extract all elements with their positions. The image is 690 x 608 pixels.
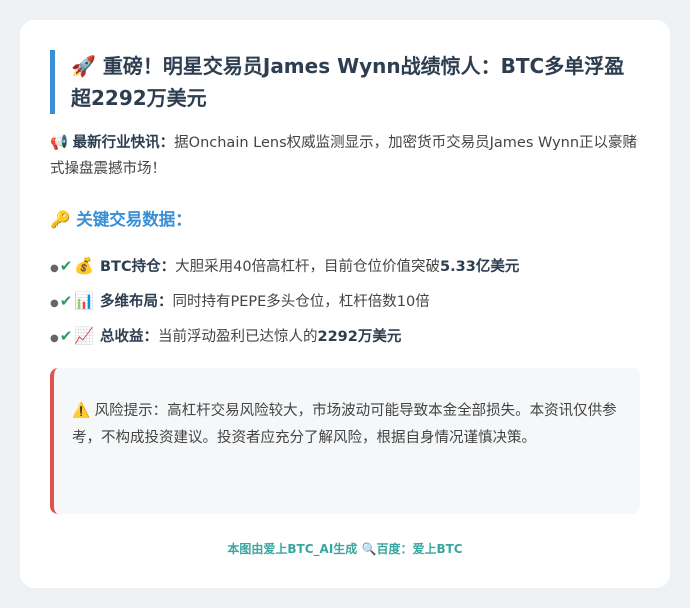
- warning-icon: ⚠️: [72, 403, 91, 419]
- chart-increasing-icon: 📈: [74, 326, 94, 345]
- title-text: 重磅！明星交易员James Wynn战绩惊人：BTC多单浮盈超2292万美元: [71, 54, 625, 110]
- warning-text: 风险提示：高杠杆交易风险较大，市场波动可能导致本金全部损失。本资讯仅供参考，不构…: [72, 403, 617, 446]
- item-label: BTC持仓：: [100, 259, 176, 275]
- bar-chart-icon: 📊: [74, 291, 94, 310]
- risk-warning-box: ⚠️ 风险提示：高杠杆交易风险较大，市场波动可能导致本金全部损失。本资讯仅供参考…: [50, 368, 640, 514]
- footer-search-text: 百度：爱上BTC: [376, 542, 463, 556]
- section-label: 关键交易数据：: [76, 210, 192, 229]
- money-bag-icon: 💰: [74, 256, 94, 275]
- list-item: ●✔ 📈 总收益： 当前浮动盈利已达惊人的 2292万美元: [50, 318, 640, 353]
- check-icon: ●✔: [50, 326, 73, 345]
- item-label: 总收益：: [100, 329, 158, 345]
- news-paragraph: 📢 最新行业快讯：据Onchain Lens权威监测显示，加密货币交易员Jame…: [50, 130, 640, 182]
- list-item: ●✔ 💰 BTC持仓： 大胆采用40倍高杠杆，目前仓位价值突破 5.33亿美元: [50, 248, 640, 283]
- footer-text: 本图由爱上BTC_AI生成: [227, 542, 358, 556]
- check-icon: ●✔: [50, 291, 73, 310]
- list-item: ●✔ 📊 多维布局： 同时持有PEPE多头仓位，杠杆倍数10倍: [50, 283, 640, 318]
- page-title: 🚀 重磅！明星交易员James Wynn战绩惊人：BTC多单浮盈超2292万美元: [50, 50, 630, 114]
- news-card: 🚀 重磅！明星交易员James Wynn战绩惊人：BTC多单浮盈超2292万美元…: [20, 20, 670, 588]
- check-icon: ●✔: [50, 256, 73, 275]
- news-label: 最新行业快讯：: [72, 135, 175, 151]
- item-text: 当前浮动盈利已达惊人的: [158, 329, 318, 345]
- item-highlight: 5.33亿美元: [440, 259, 520, 275]
- item-label: 多维布局：: [100, 294, 173, 310]
- trade-data-list: ●✔ 💰 BTC持仓： 大胆采用40倍高杠杆，目前仓位价值突破 5.33亿美元 …: [50, 248, 640, 353]
- key-icon: 🔑: [50, 210, 71, 229]
- rocket-icon: 🚀: [71, 54, 96, 78]
- item-text: 大胆采用40倍高杠杆，目前仓位价值突破: [175, 259, 441, 275]
- magnifier-icon: 🔍: [361, 542, 377, 556]
- item-highlight: 2292万美元: [317, 329, 402, 345]
- megaphone-icon: 📢: [50, 135, 69, 151]
- section-heading: 🔑 关键交易数据：: [50, 206, 192, 230]
- footer-credit: 本图由爱上BTC_AI生成 🔍百度：爱上BTC: [20, 540, 670, 557]
- item-text: 同时持有PEPE多头仓位，杠杆倍数10倍: [172, 294, 430, 310]
